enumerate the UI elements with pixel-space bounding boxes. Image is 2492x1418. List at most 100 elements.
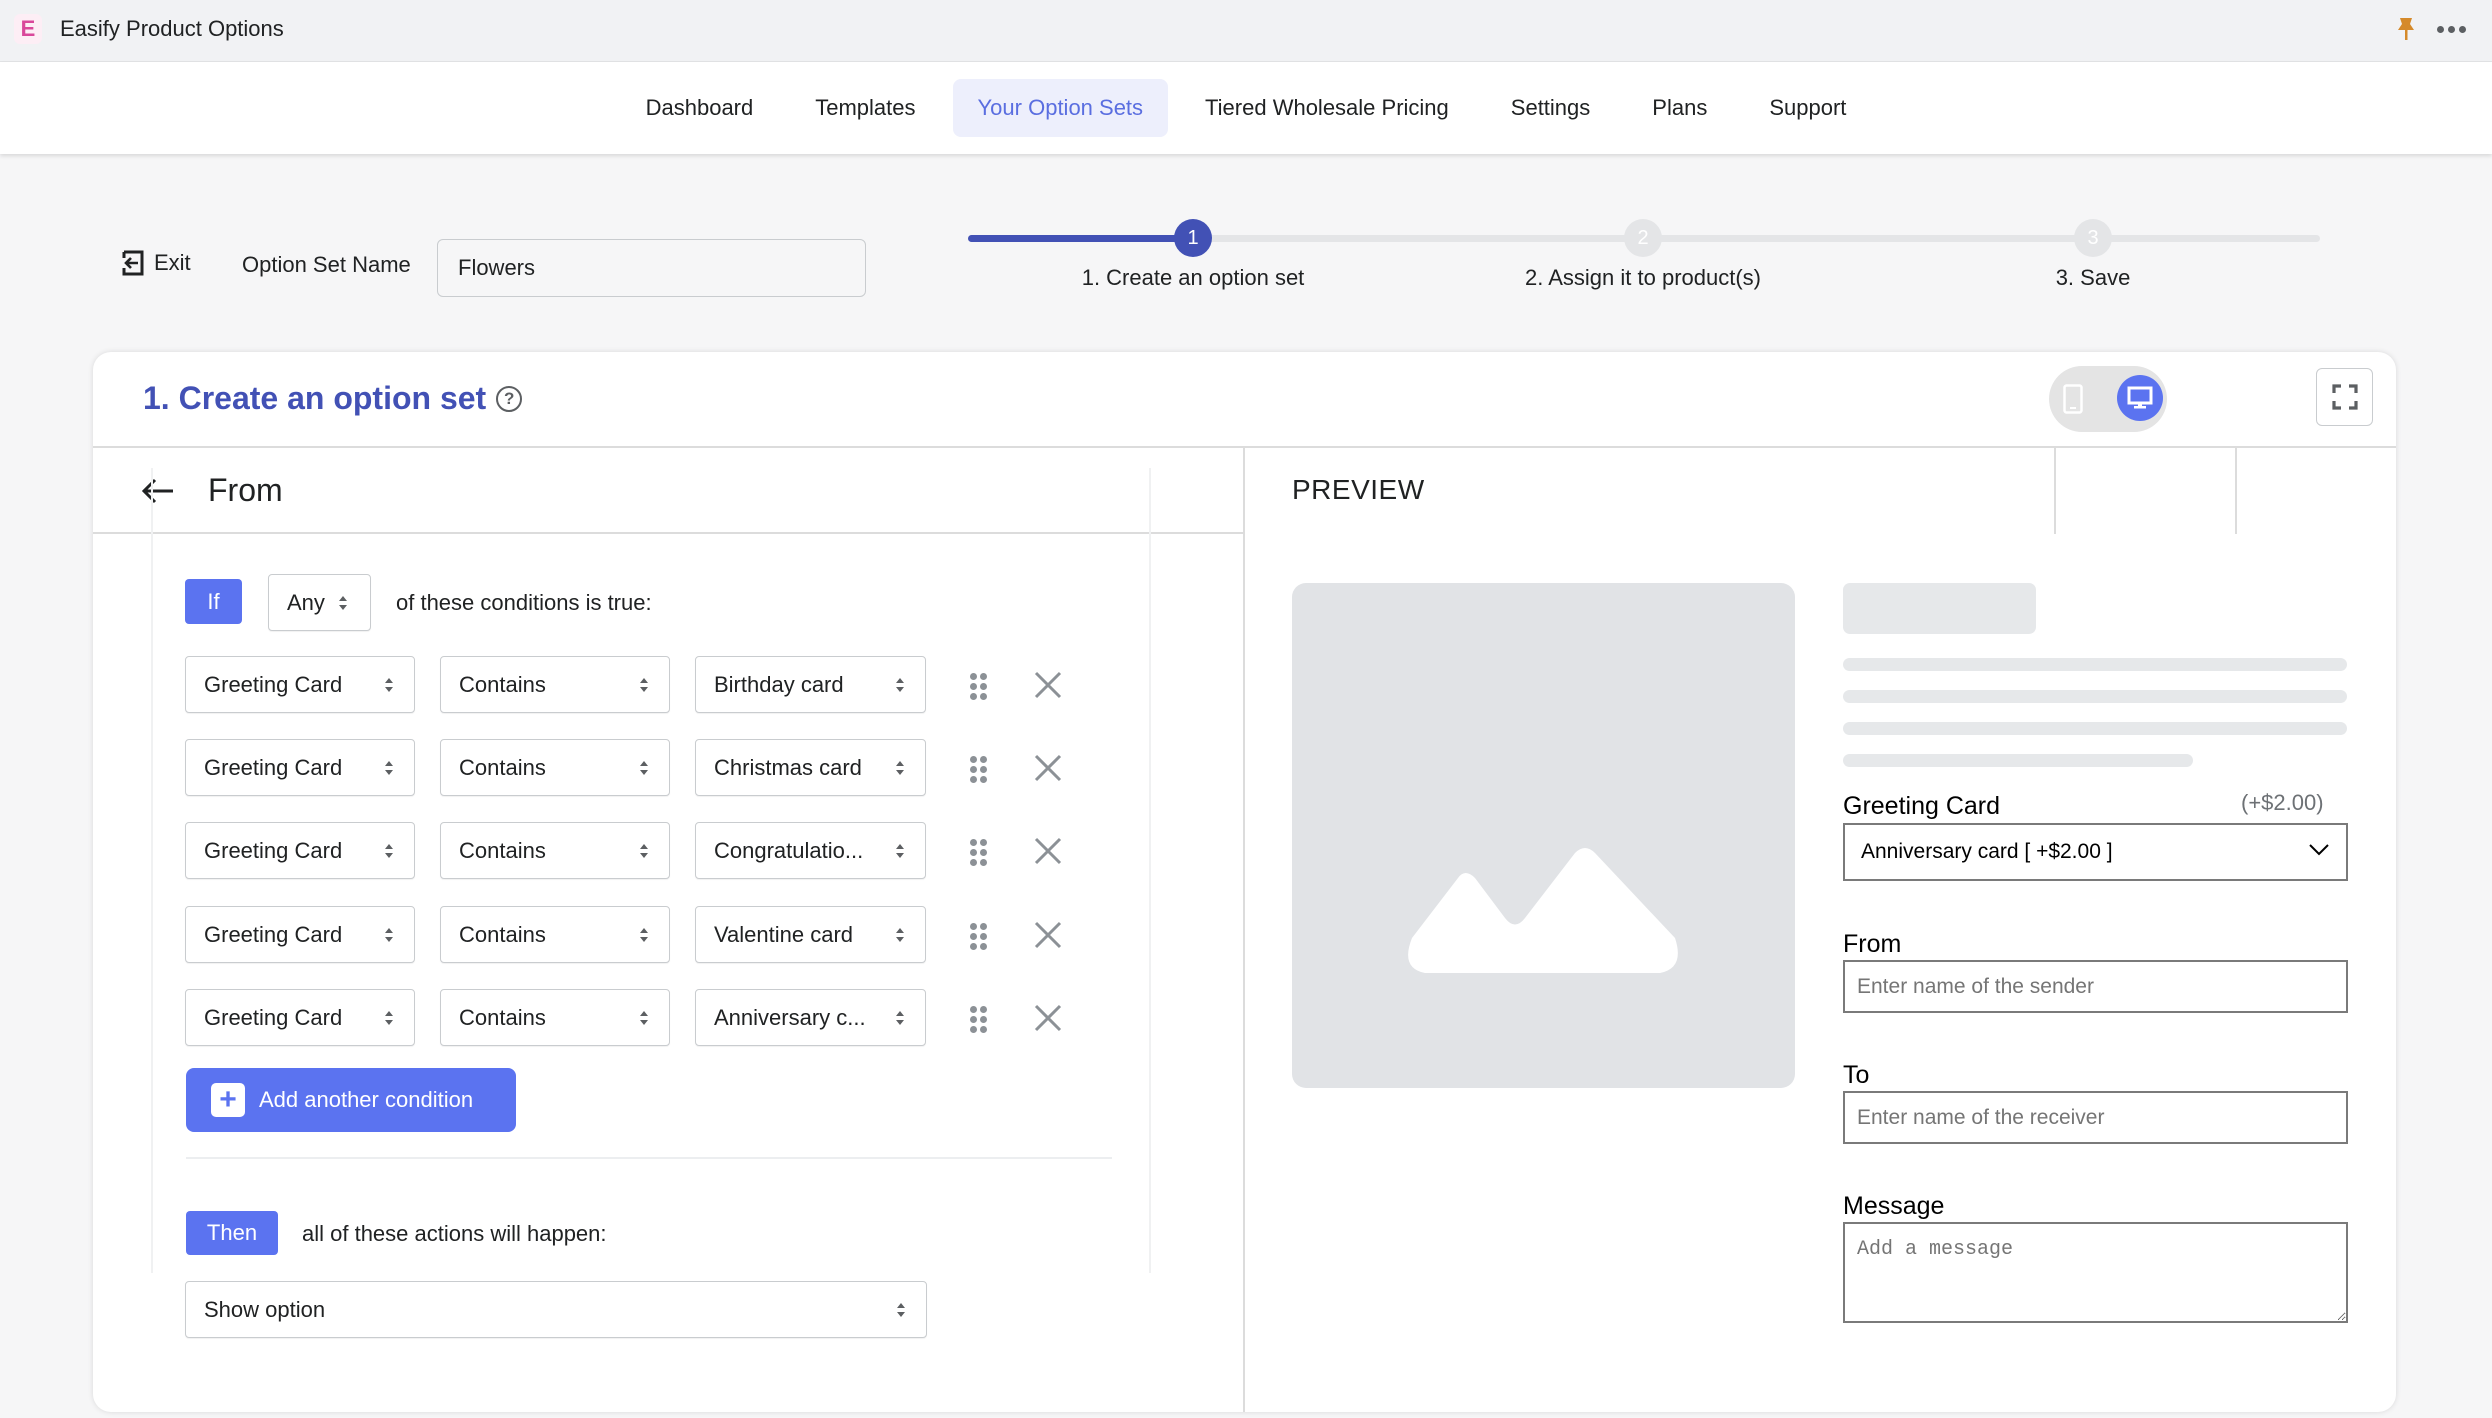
- select-caret-icon: [385, 843, 393, 858]
- remove-condition-icon[interactable]: [1034, 671, 1062, 699]
- condition-operator-select[interactable]: Contains: [440, 822, 670, 879]
- preview-from-input[interactable]: [1843, 960, 2348, 1013]
- skeleton-line: [1843, 658, 2347, 671]
- match-mode-value: Any: [287, 589, 325, 615]
- exit-button[interactable]: Exit: [120, 250, 191, 276]
- exit-label: Exit: [154, 250, 191, 275]
- then-suffix: all of these actions will happen:: [302, 1221, 607, 1246]
- condition-operator-value: Contains: [459, 1004, 546, 1030]
- condition-field-value: Greeting Card: [204, 1004, 343, 1030]
- condition-operator-value: Contains: [459, 754, 546, 780]
- mobile-icon: [2063, 384, 2083, 414]
- nav-support[interactable]: Support: [1744, 79, 1871, 137]
- nav-settings[interactable]: Settings: [1486, 79, 1616, 137]
- preview-message-label: Message: [1843, 1192, 1945, 1220]
- condition-value-select[interactable]: Christmas card: [695, 739, 926, 796]
- preview-greeting-card-value: Anniversary card [ +$2.00 ]: [1861, 840, 2113, 863]
- preview-greeting-card-select[interactable]: Anniversary card [ +$2.00 ]: [1843, 823, 2348, 881]
- select-caret-icon: [640, 1010, 648, 1025]
- drag-handle-icon[interactable]: [970, 673, 987, 700]
- nav-templates[interactable]: Templates: [790, 79, 940, 137]
- skeleton-line: [1843, 722, 2347, 735]
- step-2-label: 2. Assign it to product(s): [1525, 265, 1761, 290]
- desktop-view-button[interactable]: [2117, 375, 2163, 421]
- main-nav: Dashboard Templates Your Option Sets Tie…: [0, 62, 2492, 154]
- step-1-dot[interactable]: 1: [1174, 219, 1212, 257]
- condition-operator-select[interactable]: Contains: [440, 906, 670, 963]
- more-options-icon[interactable]: [2437, 20, 2467, 38]
- drag-handle-icon[interactable]: [970, 923, 987, 950]
- nav-plans[interactable]: Plans: [1627, 79, 1732, 137]
- product-image-placeholder: [1292, 583, 1795, 1088]
- title-bar: E Easify Product Options: [0, 0, 2492, 62]
- app-title: Easify Product Options: [60, 16, 284, 41]
- remove-condition-icon[interactable]: [1034, 837, 1062, 865]
- step-3-dot[interactable]: 3: [2074, 219, 2112, 257]
- drag-handle-icon[interactable]: [970, 1006, 987, 1033]
- select-caret-icon: [339, 595, 347, 610]
- remove-condition-icon[interactable]: [1034, 1004, 1062, 1032]
- condition-operator-select[interactable]: Contains: [440, 739, 670, 796]
- drag-handle-icon[interactable]: [970, 839, 987, 866]
- condition-field-select[interactable]: Greeting Card: [185, 656, 415, 713]
- step-1-label: 1. Create an option set: [1081, 265, 1305, 290]
- add-condition-button[interactable]: + Add another condition: [186, 1068, 516, 1132]
- section-divider: [186, 1157, 1112, 1159]
- condition-field-select[interactable]: Greeting Card: [185, 989, 415, 1046]
- condition-value: Valentine card: [714, 921, 854, 947]
- condition-value-select[interactable]: Anniversary c...: [695, 989, 926, 1046]
- preview-greeting-card-price: (+$2.00): [2241, 790, 2324, 815]
- preview-greeting-card-label: Greeting Card: [1843, 792, 2001, 820]
- condition-value: Birthday card: [714, 671, 844, 697]
- condition-value-select[interactable]: Valentine card: [695, 906, 926, 963]
- condition-field-select[interactable]: Greeting Card: [185, 906, 415, 963]
- condition-operator-select[interactable]: Contains: [440, 656, 670, 713]
- select-caret-icon: [896, 927, 904, 942]
- step-2-dot[interactable]: 2: [1624, 219, 1662, 257]
- condition-field-select[interactable]: Greeting Card: [185, 822, 415, 879]
- condition-value: Christmas card: [714, 754, 862, 780]
- nav-dashboard[interactable]: Dashboard: [621, 79, 779, 137]
- remove-condition-icon[interactable]: [1034, 754, 1062, 782]
- action-value: Show option: [204, 1296, 326, 1322]
- condition-field-select[interactable]: Greeting Card: [185, 739, 415, 796]
- card-title: 1. Create an option set ?: [143, 380, 523, 417]
- nav-your-option-sets[interactable]: Your Option Sets: [952, 79, 1169, 137]
- skeleton-line: [1843, 690, 2347, 703]
- plus-icon: +: [211, 1083, 245, 1117]
- preview-from-label: From: [1843, 930, 1902, 958]
- select-caret-icon: [897, 1302, 905, 1317]
- divider: [2235, 448, 2237, 534]
- condition-value-select[interactable]: Congratulatio...: [695, 822, 926, 879]
- condition-operator-value: Contains: [459, 837, 546, 863]
- add-condition-label: Add another condition: [259, 1087, 474, 1112]
- stepper-progress: [968, 235, 1193, 242]
- option-set-name-input[interactable]: [437, 239, 866, 297]
- select-caret-icon: [640, 927, 648, 942]
- select-caret-icon: [385, 927, 393, 942]
- desktop-icon: [2127, 386, 2153, 409]
- condition-value-select[interactable]: Birthday card: [695, 656, 926, 713]
- select-caret-icon: [896, 760, 904, 775]
- condition-operator-select[interactable]: Contains: [440, 989, 670, 1046]
- select-caret-icon: [385, 677, 393, 692]
- select-caret-icon: [640, 677, 648, 692]
- image-icon: [1408, 848, 1678, 973]
- preview-message-textarea[interactable]: [1843, 1222, 2348, 1323]
- match-mode-select[interactable]: Any: [268, 574, 371, 631]
- preview-to-label: To: [1843, 1061, 1870, 1089]
- condition-field-value: Greeting Card: [204, 754, 343, 780]
- action-select[interactable]: Show option: [185, 1281, 927, 1338]
- preview-to-input[interactable]: [1843, 1091, 2348, 1144]
- mobile-view-button[interactable]: [2053, 370, 2093, 428]
- condition-field-value: Greeting Card: [204, 837, 343, 863]
- help-icon[interactable]: ?: [496, 385, 523, 412]
- drag-handle-icon[interactable]: [970, 756, 987, 783]
- condition-field-value: Greeting Card: [204, 921, 343, 947]
- remove-condition-icon[interactable]: [1034, 921, 1062, 949]
- pin-icon[interactable]: [2396, 16, 2416, 42]
- select-caret-icon: [896, 1010, 904, 1025]
- nav-tiered-wholesale-pricing[interactable]: Tiered Wholesale Pricing: [1180, 79, 1474, 137]
- exit-icon: [122, 250, 144, 276]
- fullscreen-button[interactable]: [2316, 368, 2373, 426]
